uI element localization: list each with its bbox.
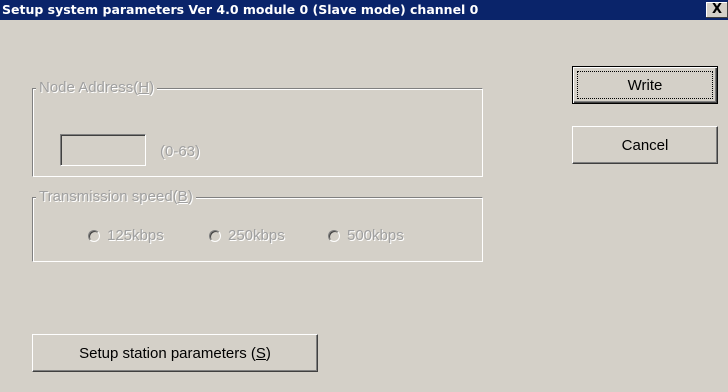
write-button[interactable]: Write <box>572 66 718 104</box>
setup-station-parameters-button[interactable]: Setup station parameters (S) <box>32 334 318 372</box>
node-address-input[interactable] <box>60 134 146 166</box>
radio-250kbps-label: 250kbps <box>228 227 285 244</box>
cancel-button[interactable]: Cancel <box>572 126 718 164</box>
radio-500kbps[interactable] <box>328 230 340 242</box>
transmission-speed-legend: Transmission speed(B) <box>36 189 196 205</box>
write-button-label: Write <box>627 76 663 94</box>
radio-125kbps-label: 125kbps <box>107 227 164 244</box>
radio-125kbps[interactable] <box>88 230 100 242</box>
dialog-window: Setup system parameters Ver 4.0 module 0… <box>0 0 728 392</box>
node-address-legend: Node Address(H) <box>36 80 158 96</box>
radio-250kbps[interactable] <box>209 230 221 242</box>
setup-station-parameters-label: Setup station parameters (S) <box>79 344 271 362</box>
close-icon: X <box>711 2 723 17</box>
window-title: Setup system parameters Ver 4.0 module 0… <box>2 2 479 17</box>
node-address-range-label: (0-63) <box>160 143 201 160</box>
title-bar[interactable]: Setup system parameters Ver 4.0 module 0… <box>0 0 728 20</box>
close-button[interactable]: X <box>706 2 728 18</box>
radio-500kbps-label: 500kbps <box>347 227 404 244</box>
cancel-button-label: Cancel <box>621 136 669 154</box>
